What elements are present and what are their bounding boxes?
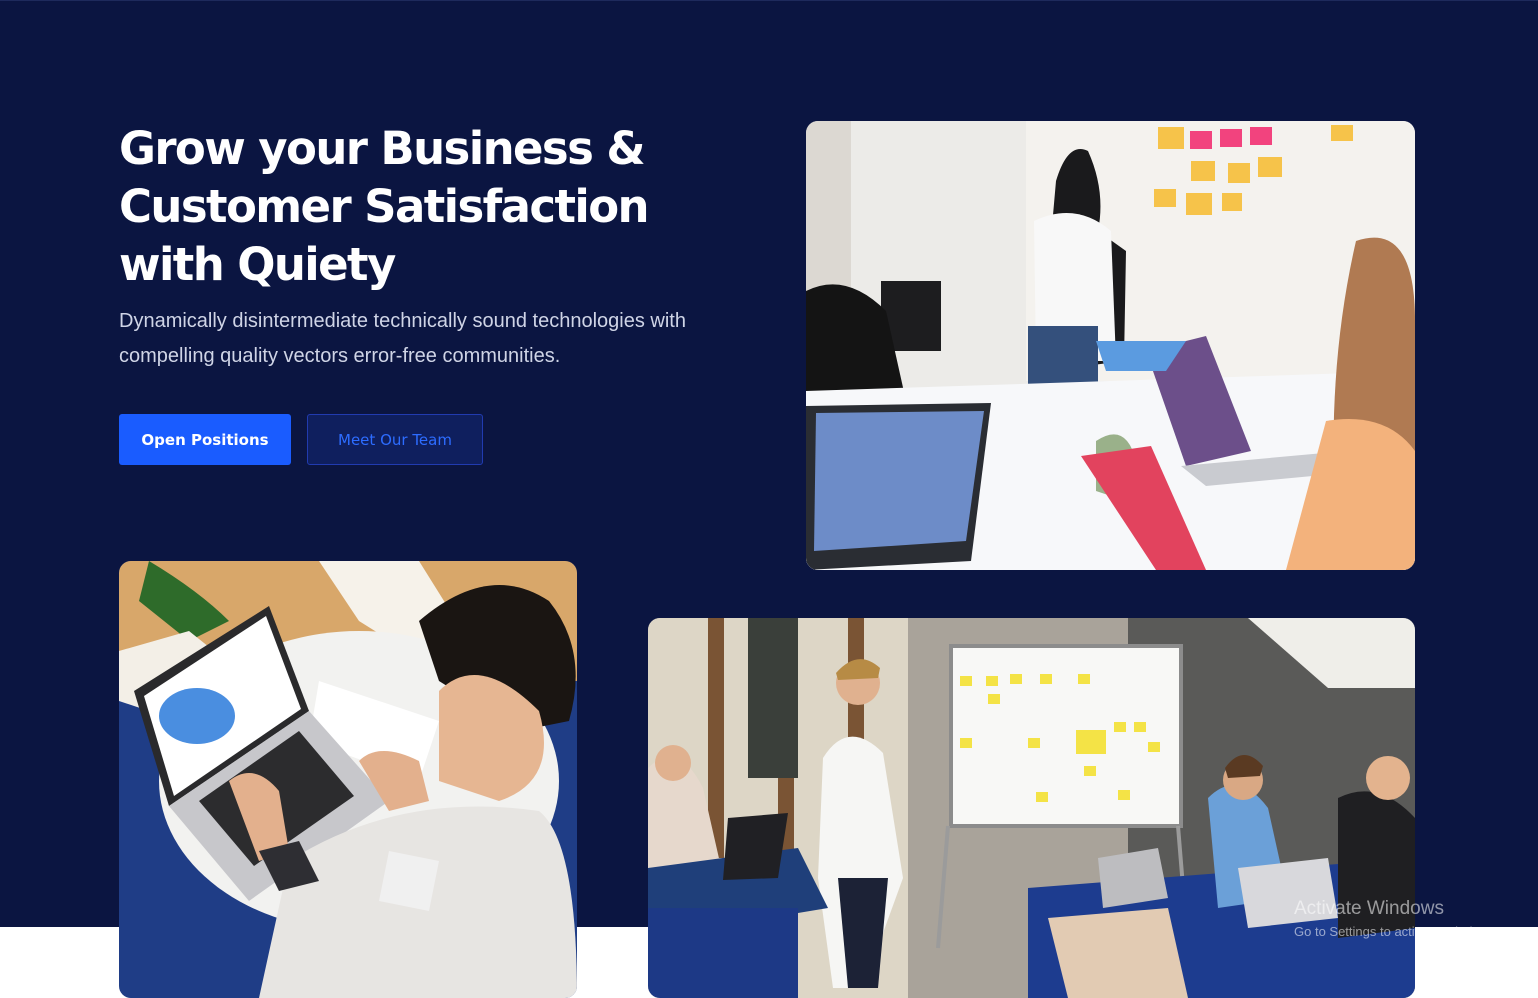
laptop-work-image xyxy=(119,561,577,998)
meet-our-team-button[interactable]: Meet Our Team xyxy=(307,414,483,465)
activate-subtitle: Go to Settings to activate Windows. xyxy=(1294,924,1500,939)
team-meeting-image xyxy=(648,618,1415,998)
description-line-1: Dynamically disintermediate technically … xyxy=(119,310,686,332)
top-border xyxy=(0,0,1538,1)
description-line-2: compelling quality vectors error-free co… xyxy=(119,345,561,367)
activate-title: Activate Windows xyxy=(1294,898,1444,919)
os-activation-watermark: Activate Windows Go to Settings to activ… xyxy=(1294,897,1499,941)
headline-line-2: Customer Satisfaction xyxy=(119,180,650,233)
open-positions-button[interactable]: Open Positions xyxy=(119,414,291,465)
hero-headline: Grow your Business & Customer Satisfacti… xyxy=(119,120,759,294)
headline-line-3: with Quiety xyxy=(119,238,396,291)
hero-description: Dynamically disintermediate technically … xyxy=(119,304,759,374)
team-brainstorm-image xyxy=(806,121,1415,570)
headline-line-1: Grow your Business & xyxy=(119,122,646,175)
